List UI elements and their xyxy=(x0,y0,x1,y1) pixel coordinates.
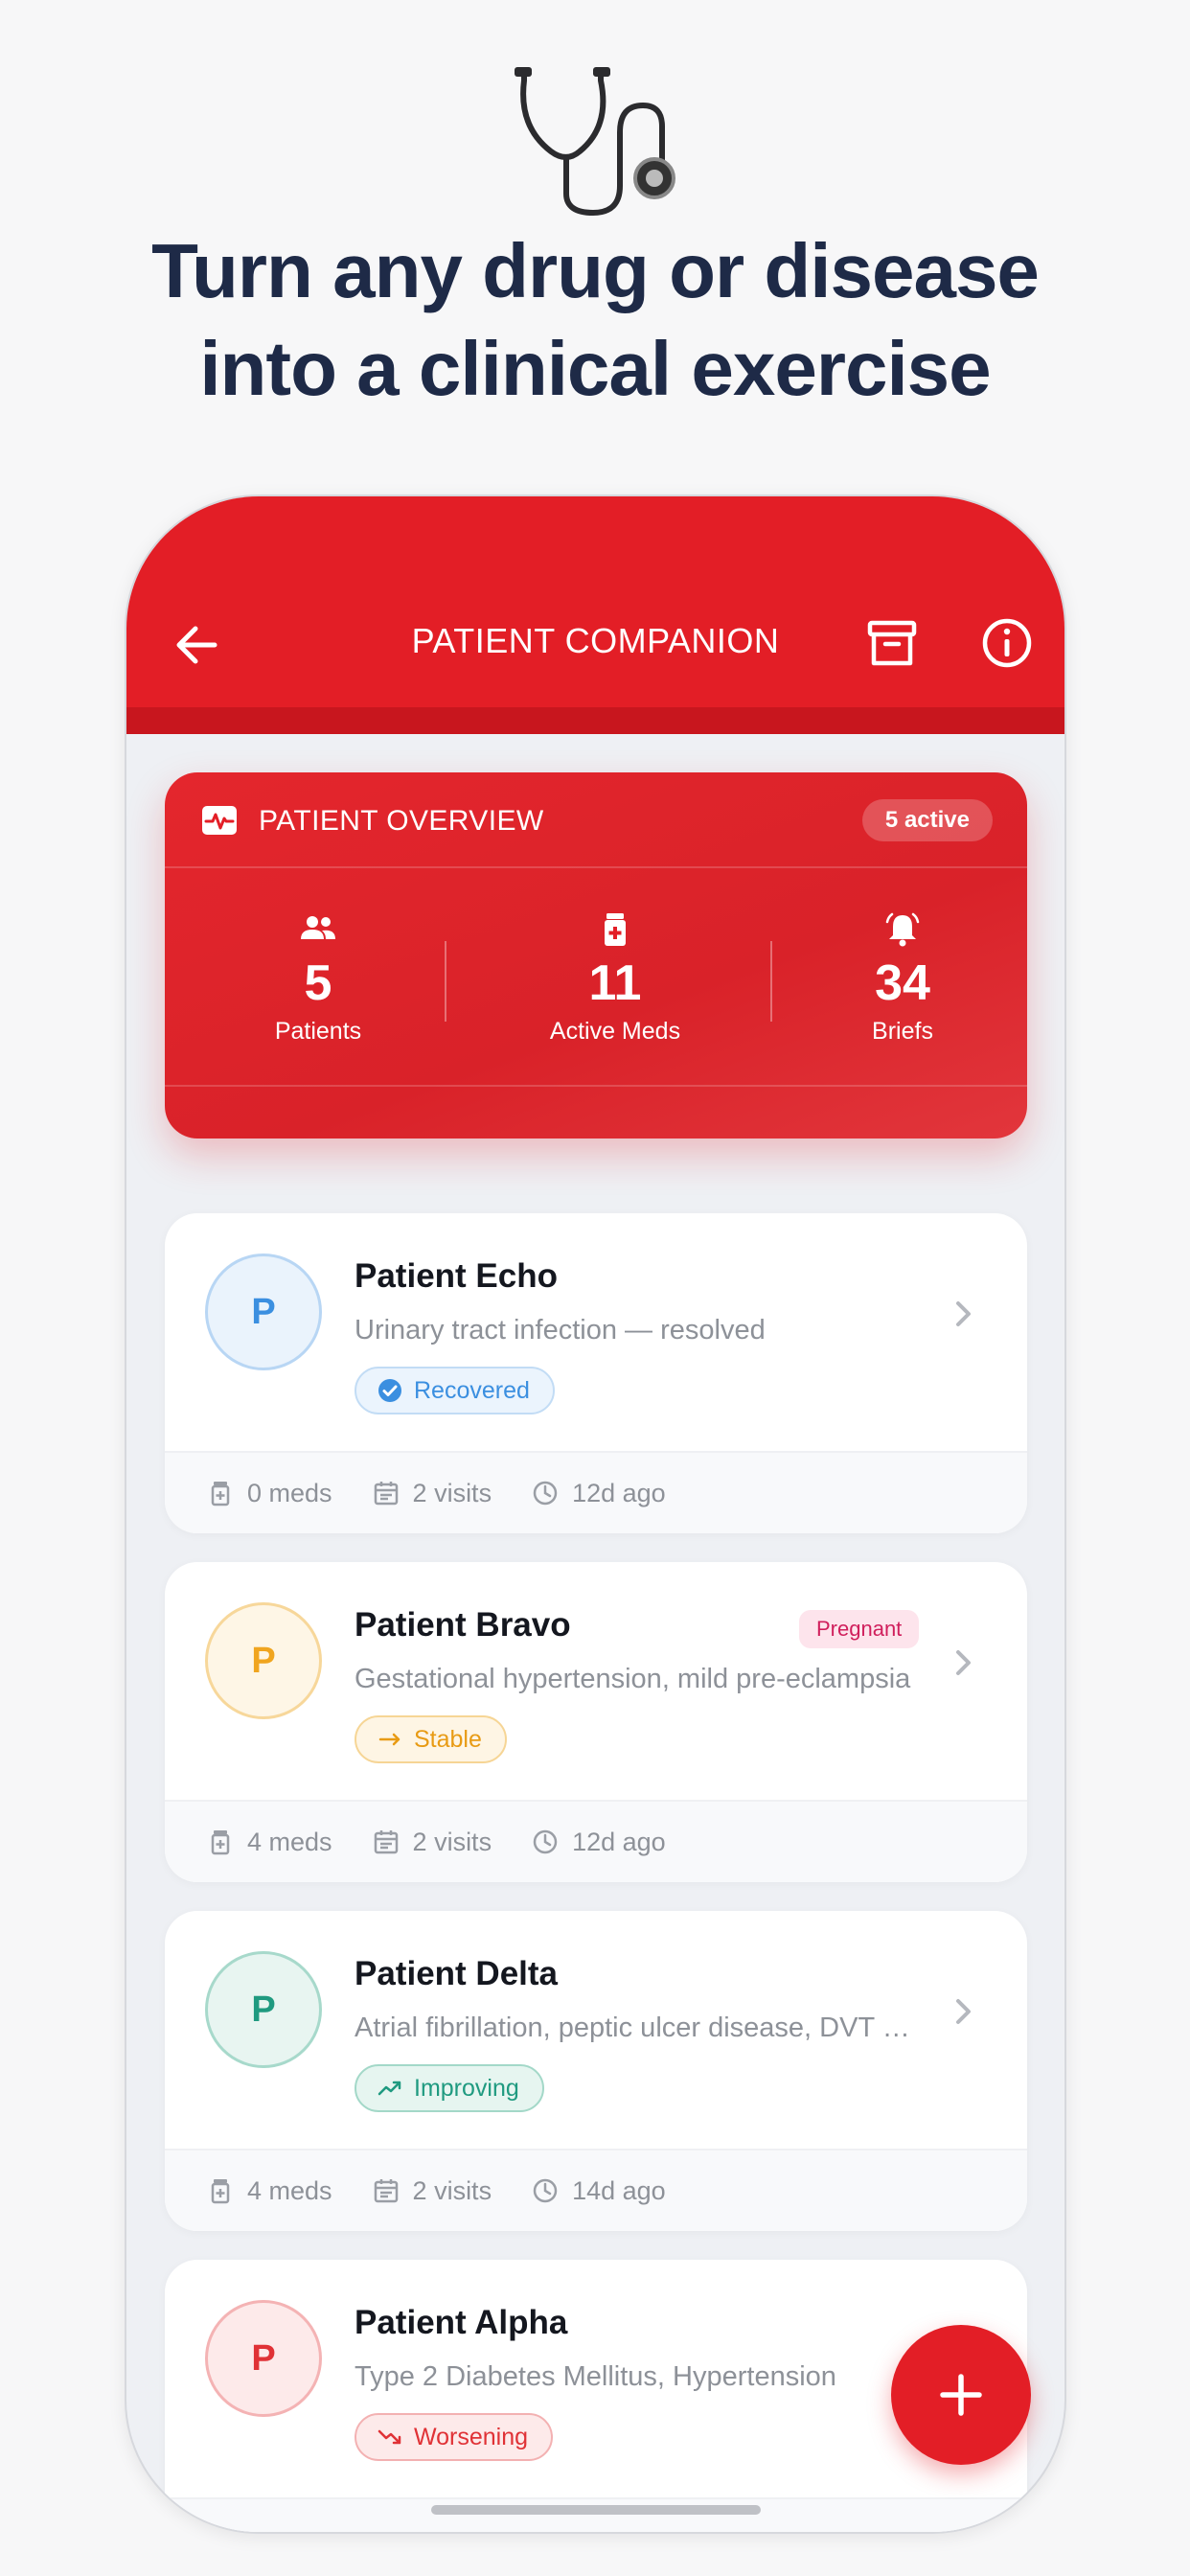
card-footer xyxy=(165,2497,1027,2532)
app-bar-title: PATIENT COMPANION xyxy=(411,621,780,660)
visits-label: 2 visits xyxy=(412,2175,492,2205)
status-badge: Worsening xyxy=(355,2413,554,2461)
avatar: P xyxy=(205,1254,322,1370)
pill-bottle-icon xyxy=(211,2179,230,2204)
status-label: Stable xyxy=(414,1726,482,1753)
card-footer: 0 meds 2 visits 12d ago xyxy=(165,1451,1027,1533)
patient-diagnosis: Gestational hypertension, mild pre-eclam… xyxy=(355,1664,911,1694)
avatar: P xyxy=(205,1951,322,2068)
last-visit-label: 12d ago xyxy=(572,1827,666,1856)
arrow-right-icon xyxy=(378,1733,400,1746)
pill-bottle-icon xyxy=(211,1830,230,1855)
add-patient-button[interactable] xyxy=(891,2325,1031,2465)
stat-value: 34 xyxy=(875,955,930,1011)
check-circle-icon xyxy=(378,1379,401,1402)
stat-label: Active Meds xyxy=(549,1018,681,1045)
meds-count: 4 meds xyxy=(207,2176,332,2206)
last-visit-label: 12d ago xyxy=(572,1478,666,1507)
status-badge: Stable xyxy=(355,1715,507,1763)
overview-title: PATIENT OVERVIEW xyxy=(259,805,544,837)
info-icon[interactable] xyxy=(979,615,1035,671)
stat-active-meds: 11 Active Meds xyxy=(500,912,730,1046)
meds-count: 0 meds xyxy=(207,1479,332,1508)
stat-divider xyxy=(770,941,772,1022)
stat-value: 5 xyxy=(304,955,332,1011)
meds-label: 4 meds xyxy=(247,1827,332,1856)
stat-briefs: 34 Briefs xyxy=(826,912,979,1046)
last-visit-label: 14d ago xyxy=(572,2175,666,2205)
meds-label: 0 meds xyxy=(247,1478,332,1507)
visits-count: 2 visits xyxy=(373,1479,492,1508)
avatar: P xyxy=(205,1602,322,1719)
last-visit: 12d ago xyxy=(532,1828,666,1857)
clock-icon xyxy=(533,1481,558,1506)
headline: Turn any drug or disease into a clinical… xyxy=(0,222,1190,418)
trending-up-icon xyxy=(378,2081,401,2096)
pill-bottle-icon xyxy=(211,1482,230,1506)
app-bar-shadow xyxy=(126,707,1064,734)
status-badge: Recovered xyxy=(355,1367,555,1414)
clock-icon xyxy=(533,1829,558,1854)
patient-diagnosis: Atrial fibrillation, peptic ulcer diseas… xyxy=(355,2012,920,2043)
chevron-right-icon[interactable] xyxy=(949,1298,977,1330)
stat-divider xyxy=(445,941,446,1022)
last-visit: 14d ago xyxy=(532,2176,666,2206)
stat-label: Briefs xyxy=(872,1018,933,1045)
overview-divider xyxy=(165,1085,1027,1087)
visits-label: 2 visits xyxy=(412,1478,492,1507)
home-indicator[interactable] xyxy=(431,2505,761,2515)
patient-name: Patient Alpha xyxy=(355,2304,568,2341)
status-label: Improving xyxy=(414,2075,519,2102)
patient-card-bravo[interactable]: P Patient Bravo Pregnant Gestational hyp… xyxy=(165,1562,1027,1882)
stethoscope-icon xyxy=(515,67,675,217)
patient-overview-card: PATIENT OVERVIEW 5 active 5 Patients 11 … xyxy=(165,772,1027,1138)
card-footer: 4 meds 2 visits 14d ago xyxy=(165,2149,1027,2231)
chevron-right-icon[interactable] xyxy=(949,1646,977,1679)
visits-label: 2 visits xyxy=(412,1827,492,1856)
active-badge: 5 active xyxy=(861,799,993,841)
stat-patients: 5 Patients xyxy=(241,912,395,1046)
trending-down-icon xyxy=(378,2429,401,2445)
patient-diagnosis: Urinary tract infection — resolved xyxy=(355,1315,766,1346)
meds-count: 4 meds xyxy=(207,1828,332,1857)
calendar-icon xyxy=(374,1482,398,1506)
archive-icon[interactable] xyxy=(864,615,920,671)
meds-label: 4 meds xyxy=(247,2175,332,2205)
patient-name: Patient Bravo xyxy=(355,1606,571,1644)
people-icon xyxy=(301,916,335,939)
heart-pulse-icon xyxy=(202,806,237,835)
pregnant-tag: Pregnant xyxy=(799,1610,920,1648)
stat-value: 11 xyxy=(588,955,642,1011)
phone-frame: PATIENT COMPANION PATIENT OVERVIEW 5 act… xyxy=(125,494,1066,2534)
status-badge: Improving xyxy=(355,2064,544,2112)
patient-card-delta[interactable]: P Patient Delta Atrial fibrillation, pep… xyxy=(165,1911,1027,2231)
patient-name: Patient Delta xyxy=(355,1955,558,1992)
pill-bottle-icon xyxy=(605,913,626,946)
chevron-right-icon[interactable] xyxy=(949,1995,977,2028)
headline-line-2: into a clinical exercise xyxy=(199,326,991,411)
card-footer: 4 meds 2 visits 12d ago xyxy=(165,1800,1027,1882)
patient-diagnosis: Type 2 Diabetes Mellitus, Hypertension xyxy=(355,2361,836,2392)
patient-name: Patient Echo xyxy=(355,1257,558,1295)
visits-count: 2 visits xyxy=(373,2176,492,2206)
avatar: P xyxy=(205,2300,322,2417)
overview-header: PATIENT OVERVIEW 5 active xyxy=(165,772,1027,868)
calendar-icon xyxy=(374,1830,398,1854)
patient-card-echo[interactable]: P Patient Echo Urinary tract infection —… xyxy=(165,1213,1027,1533)
visits-count: 2 visits xyxy=(373,1828,492,1857)
headline-line-1: Turn any drug or disease xyxy=(151,228,1040,313)
calendar-icon xyxy=(374,2179,398,2203)
status-label: Worsening xyxy=(414,2424,529,2450)
last-visit: 12d ago xyxy=(532,1479,666,1508)
plus-icon xyxy=(940,2374,982,2416)
bell-icon xyxy=(885,912,920,947)
clock-icon xyxy=(533,2178,558,2203)
status-label: Recovered xyxy=(414,1377,530,1404)
app-bar: PATIENT COMPANION xyxy=(126,496,1064,734)
stat-label: Patients xyxy=(274,1018,362,1045)
